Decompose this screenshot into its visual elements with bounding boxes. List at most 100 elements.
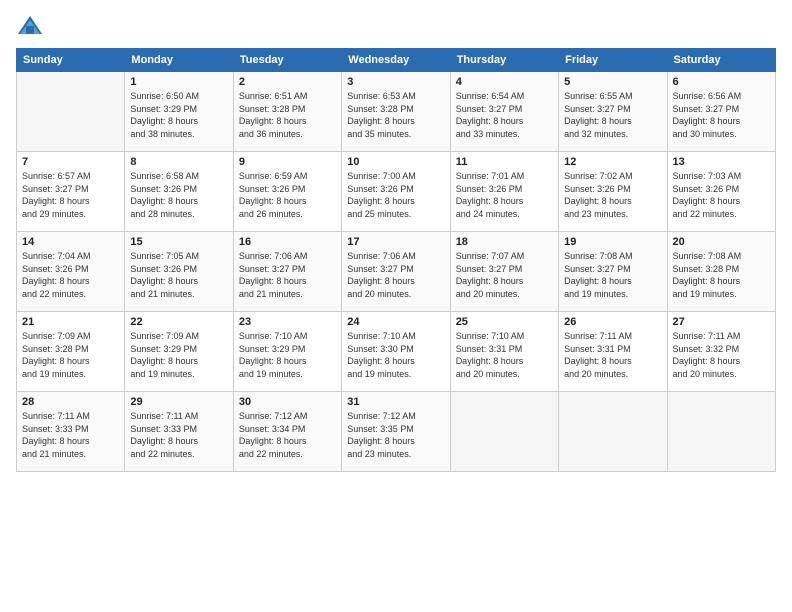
day-info: Sunrise: 6:59 AM Sunset: 3:26 PM Dayligh… — [239, 171, 308, 219]
day-info: Sunrise: 7:06 AM Sunset: 3:27 PM Dayligh… — [239, 251, 308, 299]
calendar-cell: 5Sunrise: 6:55 AM Sunset: 3:27 PM Daylig… — [559, 72, 667, 152]
day-info: Sunrise: 7:00 AM Sunset: 3:26 PM Dayligh… — [347, 171, 416, 219]
day-number: 28 — [22, 396, 119, 408]
day-info: Sunrise: 7:06 AM Sunset: 3:27 PM Dayligh… — [347, 251, 416, 299]
weekday-header-saturday: Saturday — [667, 49, 775, 72]
calendar-cell: 28 Sunrise: 7:11 AM Sunset: 3:33 PM Dayli… — [17, 392, 125, 472]
logo-icon — [16, 12, 44, 40]
day-number: 19 — [564, 236, 661, 248]
calendar-cell: 29 Sunrise: 7:11 AM Sunset: 3:33 PM Dayli… — [125, 392, 233, 472]
day-info: Sunrise: 7:11 AM Sunset: 3:33 PM Dayligh… — [22, 411, 90, 459]
day-number: 27 — [673, 316, 770, 328]
calendar-cell: 25 Sunrise: 7:10 AM Sunset: 3:31 PM Dayli… — [450, 312, 558, 392]
calendar-cell: 16 Sunrise: 7:06 AM Sunset: 3:27 PM Dayli… — [233, 232, 341, 312]
calendar-cell: 13 Sunrise: 7:03 AM Sunset: 3:26 PM Dayli… — [667, 152, 775, 232]
calendar-cell: 2 Sunrise: 6:51 AM Sunset: 3:28 PM Daylig… — [233, 72, 341, 152]
day-info: Sunrise: 7:09 AM Sunset: 3:29 PM Dayligh… — [130, 331, 199, 379]
day-number: 31 — [347, 396, 444, 408]
day-info: Sunrise: 7:12 AM Sunset: 3:34 PM Dayligh… — [239, 411, 308, 459]
day-info: Sunrise: 7:03 AM Sunset: 3:26 PM Dayligh… — [673, 171, 742, 219]
day-number: 15 — [130, 236, 227, 248]
day-info: Sunrise: 6:57 AM Sunset: 3:27 PM Dayligh… — [22, 171, 91, 219]
day-info: Sunrise: 7:10 AM Sunset: 3:29 PM Dayligh… — [239, 331, 308, 379]
day-info: Sunrise: 7:01 AM Sunset: 3:26 PM Dayligh… — [456, 171, 525, 219]
day-number: 7 — [22, 156, 119, 168]
day-number: 2 — [239, 76, 336, 88]
calendar-cell: 21 Sunrise: 7:09 AM Sunset: 3:28 PM Dayli… — [17, 312, 125, 392]
header — [16, 12, 776, 40]
day-info: Sunrise: 7:04 AM Sunset: 3:26 PM Dayligh… — [22, 251, 91, 299]
day-info: Sunrise: 6:58 AM Sunset: 3:26 PM Dayligh… — [130, 171, 199, 219]
calendar-cell: 17Sunrise: 7:06 AM Sunset: 3:27 PM Dayli… — [342, 232, 450, 312]
calendar-cell: 31 Sunrise: 7:12 AM Sunset: 3:35 PM Dayli… — [342, 392, 450, 472]
week-row-3: 14Sunrise: 7:04 AM Sunset: 3:26 PM Dayli… — [17, 232, 776, 312]
calendar-cell: 22Sunrise: 7:09 AM Sunset: 3:29 PM Dayli… — [125, 312, 233, 392]
day-number: 18 — [456, 236, 553, 248]
calendar-cell — [450, 392, 558, 472]
day-info: Sunrise: 6:50 AM Sunset: 3:29 PM Dayligh… — [130, 91, 199, 139]
day-info: Sunrise: 7:05 AM Sunset: 3:26 PM Dayligh… — [130, 251, 199, 299]
weekday-header-monday: Monday — [125, 49, 233, 72]
week-row-1: 1Sunrise: 6:50 AM Sunset: 3:29 PM Daylig… — [17, 72, 776, 152]
day-number: 16 — [239, 236, 336, 248]
day-info: Sunrise: 7:09 AM Sunset: 3:28 PM Dayligh… — [22, 331, 91, 379]
day-info: Sunrise: 7:10 AM Sunset: 3:31 PM Dayligh… — [456, 331, 525, 379]
day-number: 12 — [564, 156, 661, 168]
day-number: 29 — [130, 396, 227, 408]
day-number: 24 — [347, 316, 444, 328]
day-number: 20 — [673, 236, 770, 248]
calendar-cell: 7 Sunrise: 6:57 AM Sunset: 3:27 PM Daylig… — [17, 152, 125, 232]
weekday-header-tuesday: Tuesday — [233, 49, 341, 72]
day-number: 25 — [456, 316, 553, 328]
calendar-cell: 19 Sunrise: 7:08 AM Sunset: 3:27 PM Dayli… — [559, 232, 667, 312]
day-info: Sunrise: 7:10 AM Sunset: 3:30 PM Dayligh… — [347, 331, 416, 379]
day-number: 30 — [239, 396, 336, 408]
day-info: Sunrise: 7:11 AM Sunset: 3:32 PM Dayligh… — [673, 331, 741, 379]
day-info: Sunrise: 7:11 AM Sunset: 3:31 PM Dayligh… — [564, 331, 632, 379]
calendar-cell: 1Sunrise: 6:50 AM Sunset: 3:29 PM Daylig… — [125, 72, 233, 152]
calendar-cell: 4 Sunrise: 6:54 AM Sunset: 3:27 PM Daylig… — [450, 72, 558, 152]
day-number: 4 — [456, 76, 553, 88]
calendar-cell: 27 Sunrise: 7:11 AM Sunset: 3:32 PM Dayli… — [667, 312, 775, 392]
day-info: Sunrise: 6:53 AM Sunset: 3:28 PM Dayligh… — [347, 91, 416, 139]
calendar-cell: 14Sunrise: 7:04 AM Sunset: 3:26 PM Dayli… — [17, 232, 125, 312]
calendar-cell: 23Sunrise: 7:10 AM Sunset: 3:29 PM Dayli… — [233, 312, 341, 392]
calendar-cell: 9 Sunrise: 6:59 AM Sunset: 3:26 PM Daylig… — [233, 152, 341, 232]
day-info: Sunrise: 7:07 AM Sunset: 3:27 PM Dayligh… — [456, 251, 525, 299]
day-info: Sunrise: 7:08 AM Sunset: 3:27 PM Dayligh… — [564, 251, 633, 299]
day-info: Sunrise: 6:56 AM Sunset: 3:27 PM Dayligh… — [673, 91, 742, 139]
page-container: SundayMondayTuesdayWednesdayThursdayFrid… — [0, 0, 792, 612]
calendar-cell: 24 Sunrise: 7:10 AM Sunset: 3:30 PM Dayli… — [342, 312, 450, 392]
calendar-cell — [667, 392, 775, 472]
day-number: 8 — [130, 156, 227, 168]
day-info: Sunrise: 7:12 AM Sunset: 3:35 PM Dayligh… — [347, 411, 416, 459]
calendar-cell: 11Sunrise: 7:01 AM Sunset: 3:26 PM Dayli… — [450, 152, 558, 232]
calendar-header: SundayMondayTuesdayWednesdayThursdayFrid… — [17, 49, 776, 72]
day-info: Sunrise: 6:51 AM Sunset: 3:28 PM Dayligh… — [239, 91, 308, 139]
day-number: 9 — [239, 156, 336, 168]
calendar-cell: 3 Sunrise: 6:53 AM Sunset: 3:28 PM Daylig… — [342, 72, 450, 152]
calendar-cell: 18 Sunrise: 7:07 AM Sunset: 3:27 PM Dayli… — [450, 232, 558, 312]
calendar-table: SundayMondayTuesdayWednesdayThursdayFrid… — [16, 48, 776, 472]
day-number: 13 — [673, 156, 770, 168]
calendar-cell: 10Sunrise: 7:00 AM Sunset: 3:26 PM Dayli… — [342, 152, 450, 232]
calendar-cell — [559, 392, 667, 472]
day-number: 6 — [673, 76, 770, 88]
day-info: Sunrise: 7:11 AM Sunset: 3:33 PM Dayligh… — [130, 411, 198, 459]
calendar-cell: 6 Sunrise: 6:56 AM Sunset: 3:27 PM Daylig… — [667, 72, 775, 152]
day-number: 3 — [347, 76, 444, 88]
day-number: 26 — [564, 316, 661, 328]
day-info: Sunrise: 7:08 AM Sunset: 3:28 PM Dayligh… — [673, 251, 742, 299]
day-info: Sunrise: 7:02 AM Sunset: 3:26 PM Dayligh… — [564, 171, 633, 219]
calendar-cell: 26 Sunrise: 7:11 AM Sunset: 3:31 PM Dayli… — [559, 312, 667, 392]
calendar-cell — [17, 72, 125, 152]
weekday-header-sunday: Sunday — [17, 49, 125, 72]
week-row-4: 21 Sunrise: 7:09 AM Sunset: 3:28 PM Dayli… — [17, 312, 776, 392]
weekday-header-thursday: Thursday — [450, 49, 558, 72]
day-info: Sunrise: 6:54 AM Sunset: 3:27 PM Dayligh… — [456, 91, 525, 139]
week-row-5: 28 Sunrise: 7:11 AM Sunset: 3:33 PM Dayli… — [17, 392, 776, 472]
calendar-cell: 15 Sunrise: 7:05 AM Sunset: 3:26 PM Dayli… — [125, 232, 233, 312]
logo — [16, 12, 48, 40]
day-number: 21 — [22, 316, 119, 328]
calendar-cell: 8 Sunrise: 6:58 AM Sunset: 3:26 PM Daylig… — [125, 152, 233, 232]
